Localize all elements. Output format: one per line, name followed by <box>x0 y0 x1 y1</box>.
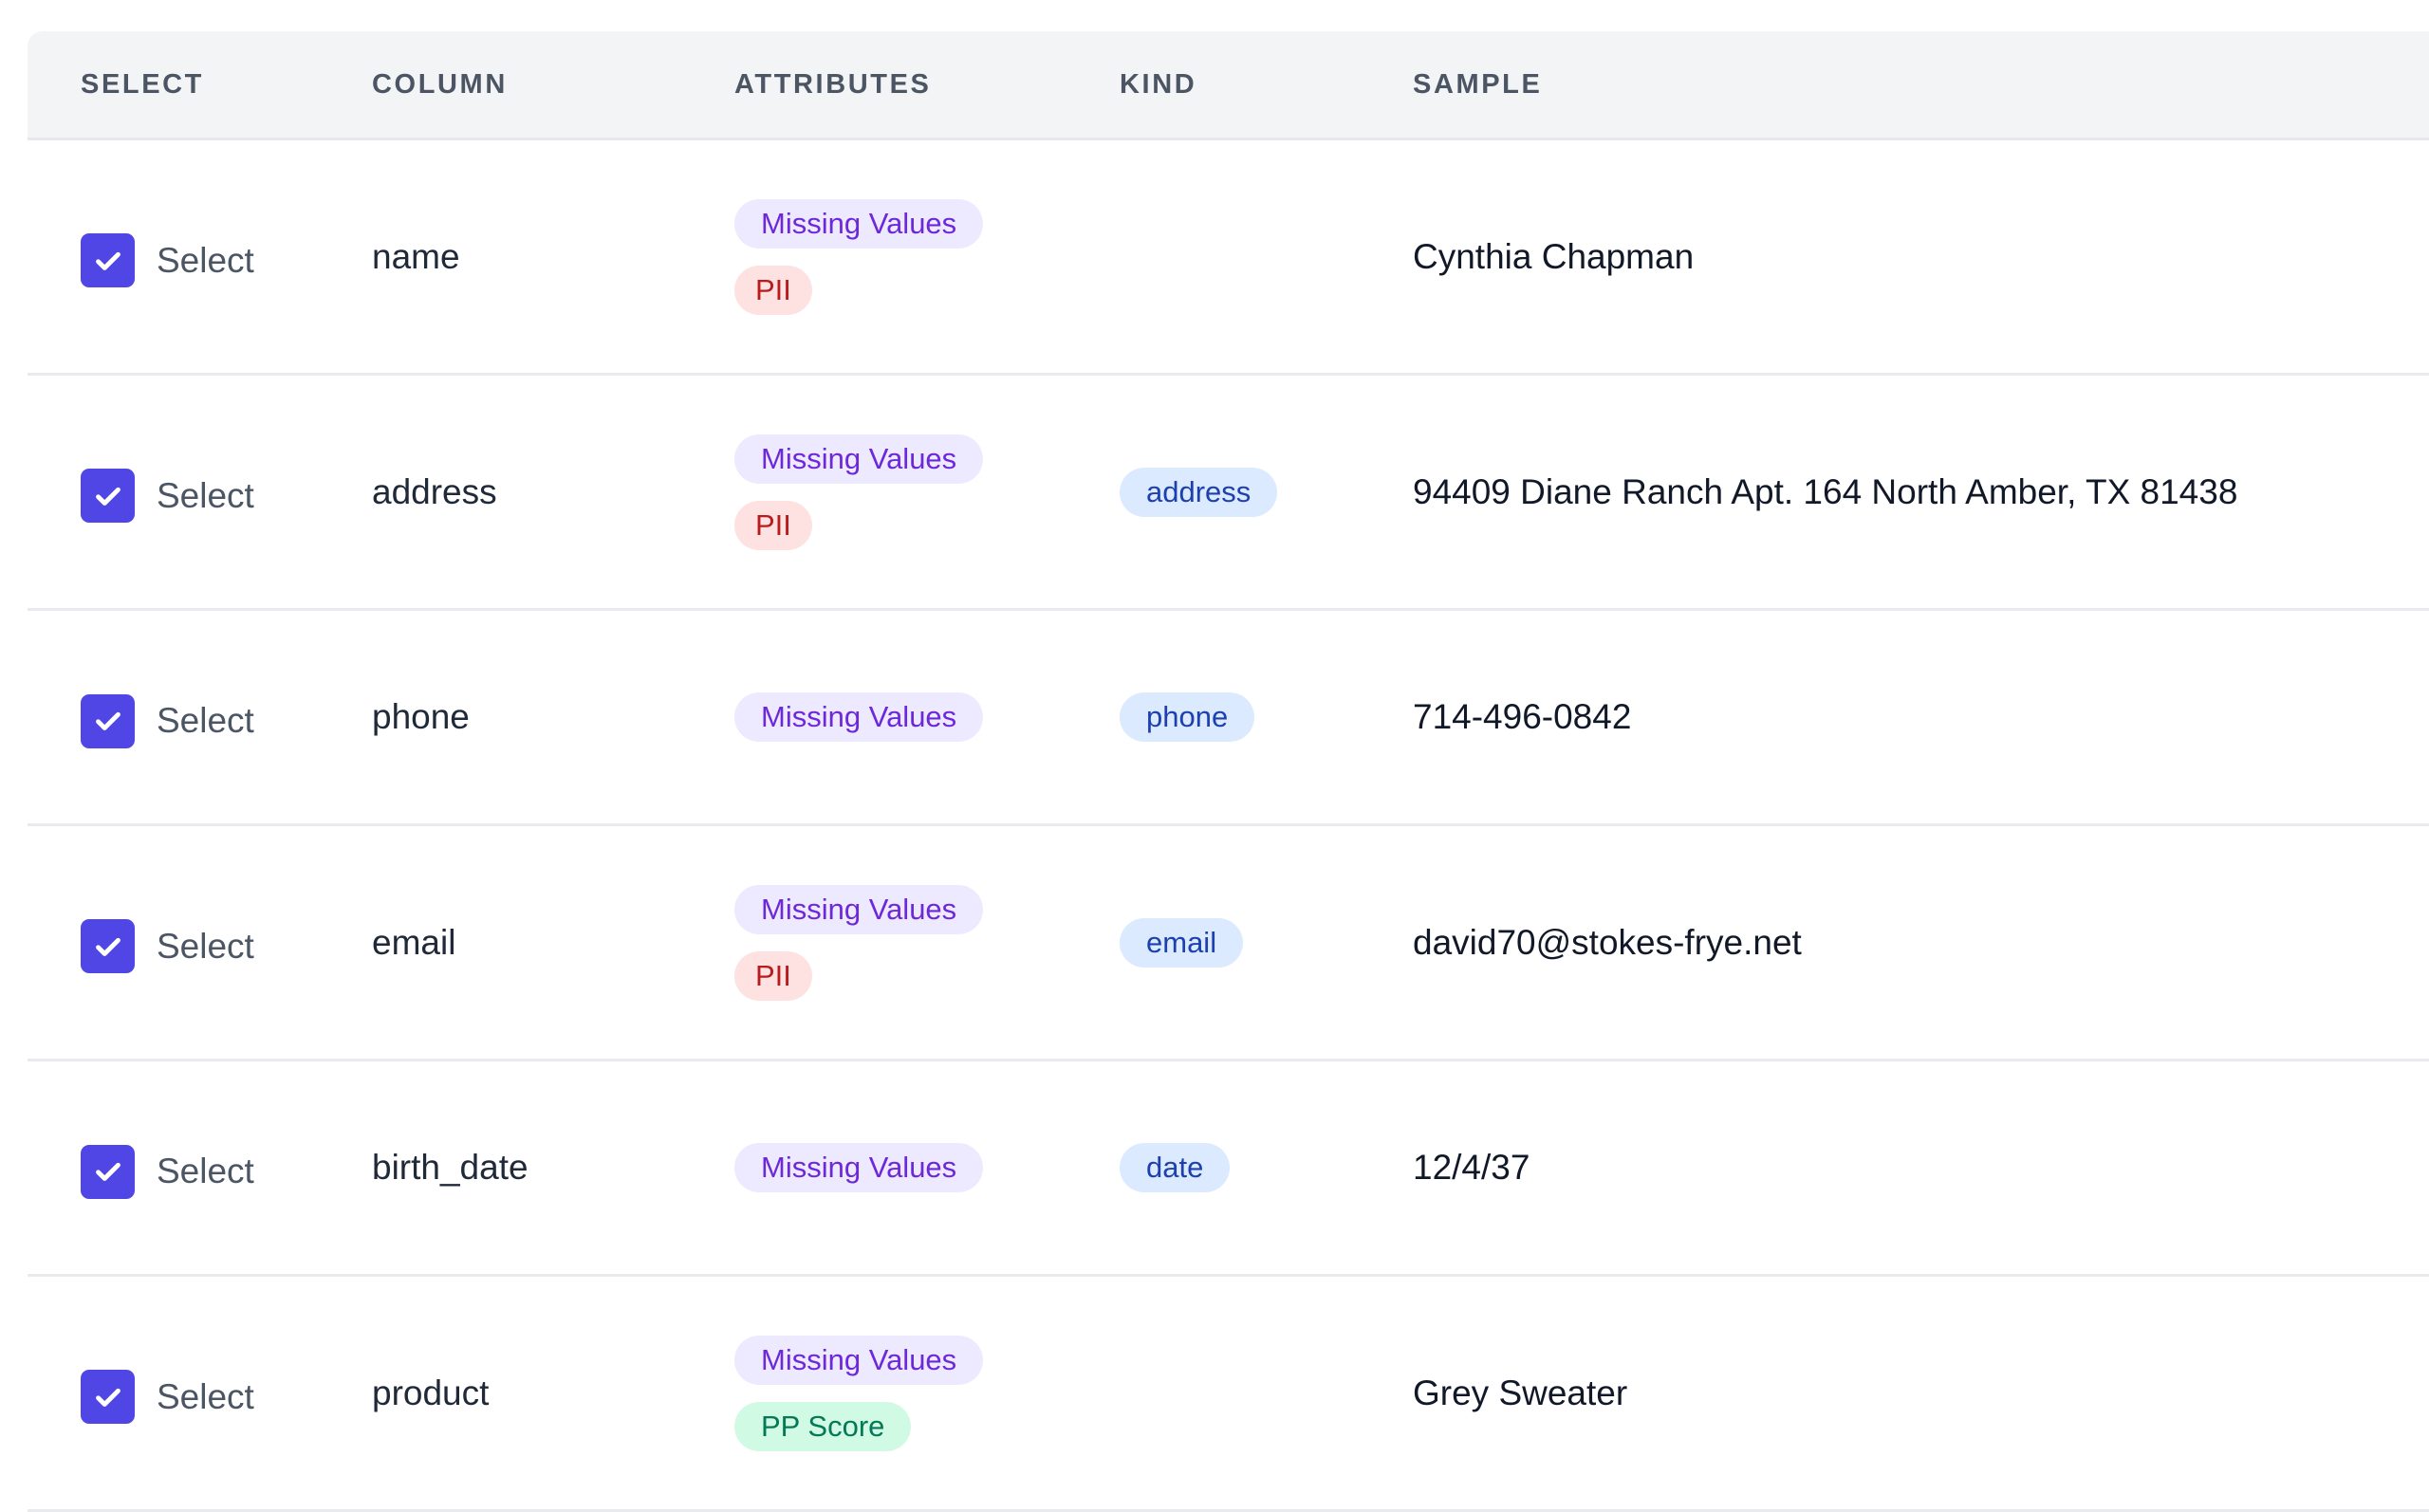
select-cell: Select <box>28 824 319 1061</box>
attributes-cell: Missing Values <box>681 609 1066 826</box>
attributes-cell: Missing Values PII <box>681 824 1066 1061</box>
select-label: Select <box>157 1376 254 1416</box>
select-cell: Select <box>28 138 319 376</box>
checkbox-checked[interactable] <box>81 919 135 973</box>
column-name: email <box>319 824 681 1061</box>
header-row: SELECT COLUMN ATTRIBUTES KIND SAMPLE <box>28 31 2429 140</box>
select-checkbox-row-phone[interactable]: Select <box>81 687 319 748</box>
header-attributes: ATTRIBUTES <box>681 31 1066 140</box>
table-row: Select phone Missing Values phone 714-49… <box>28 609 2429 826</box>
table-row: Select address Missing Values PII addres… <box>28 374 2429 611</box>
header-kind: KIND <box>1066 31 1360 140</box>
table-body: Select name Missing Values PII Cynthia C… <box>28 138 2429 1512</box>
columns-table: SELECT COLUMN ATTRIBUTES KIND SAMPLE Sel… <box>28 31 2429 1512</box>
column-name: birth_date <box>319 1060 681 1277</box>
select-checkbox-row-email[interactable]: Select <box>81 912 319 973</box>
pii-badge: PII <box>734 500 812 550</box>
table-header: SELECT COLUMN ATTRIBUTES KIND SAMPLE <box>28 31 2429 140</box>
kind-badge: date <box>1120 1143 1231 1192</box>
kind-cell <box>1066 138 1360 376</box>
sample-value: 12/4/37 <box>1360 1060 2429 1277</box>
attributes-cell: Missing Values <box>681 1060 1066 1277</box>
select-checkbox-row-name[interactable]: Select <box>81 226 319 287</box>
kind-badge: phone <box>1120 692 1255 742</box>
missing-values-badge: Missing Values <box>734 1143 984 1192</box>
missing-values-badge: Missing Values <box>734 884 984 934</box>
header-column: COLUMN <box>319 31 681 140</box>
pii-badge: PII <box>734 950 812 1001</box>
kind-cell: email <box>1066 824 1360 1061</box>
select-cell: Select <box>28 609 319 826</box>
sample-value: 94409 Diane Ranch Apt. 164 North Amber, … <box>1360 374 2429 611</box>
select-cell: Select <box>28 374 319 611</box>
table-row: Select name Missing Values PII Cynthia C… <box>28 138 2429 376</box>
checkmark-icon <box>95 1388 121 1407</box>
column-name: name <box>319 138 681 376</box>
header-select: SELECT <box>28 31 319 140</box>
column-name: address <box>319 374 681 611</box>
kind-cell <box>1066 1275 1360 1512</box>
checkbox-checked[interactable] <box>81 233 135 287</box>
pp-score-badge: PP Score <box>734 1401 912 1451</box>
select-label: Select <box>157 1152 254 1190</box>
missing-values-badge: Missing Values <box>734 692 984 742</box>
sample-value: david70@stokes-frye.net <box>1360 824 2429 1061</box>
attributes-cell: Missing Values PII <box>681 138 1066 376</box>
missing-values-badge: Missing Values <box>734 433 984 484</box>
kind-cell: phone <box>1066 609 1360 826</box>
checkmark-icon <box>95 937 121 956</box>
attributes-cell: Missing Values PII <box>681 374 1066 611</box>
pii-badge: PII <box>734 265 812 315</box>
kind-badge: address <box>1120 467 1278 517</box>
checkbox-checked[interactable] <box>81 469 135 523</box>
checkmark-icon <box>95 251 121 270</box>
table-row: Select product Missing Values PP Score G… <box>28 1275 2429 1512</box>
kind-cell: address <box>1066 374 1360 611</box>
columns-table-container: SELECT COLUMN ATTRIBUTES KIND SAMPLE Sel… <box>28 31 2429 1512</box>
checkmark-icon <box>95 1162 121 1181</box>
select-checkbox-row-address[interactable]: Select <box>81 461 319 523</box>
select-label: Select <box>157 926 254 966</box>
column-name: product <box>319 1275 681 1512</box>
checkbox-checked[interactable] <box>81 1144 135 1199</box>
select-checkbox-row-birth-date[interactable]: Select <box>81 1137 319 1199</box>
select-checkbox-row-product[interactable]: Select <box>81 1362 319 1424</box>
missing-values-badge: Missing Values <box>734 1335 984 1385</box>
select-label: Select <box>157 475 254 515</box>
select-cell: Select <box>28 1275 319 1512</box>
checkbox-checked[interactable] <box>81 693 135 748</box>
table-row: Select birth_date Missing Values date 12… <box>28 1060 2429 1277</box>
sample-value: Cynthia Chapman <box>1360 138 2429 376</box>
kind-cell: date <box>1066 1060 1360 1277</box>
table-row: Select email Missing Values PII email da… <box>28 824 2429 1061</box>
checkmark-icon <box>95 487 121 506</box>
sample-value: Grey Sweater <box>1360 1275 2429 1512</box>
select-label: Select <box>157 701 254 740</box>
header-sample: SAMPLE <box>1360 31 2429 140</box>
select-label: Select <box>157 240 254 280</box>
missing-values-badge: Missing Values <box>734 198 984 249</box>
checkbox-checked[interactable] <box>81 1370 135 1424</box>
checkmark-icon <box>95 711 121 730</box>
sample-value: 714-496-0842 <box>1360 609 2429 826</box>
column-name: phone <box>319 609 681 826</box>
select-cell: Select <box>28 1060 319 1277</box>
attributes-cell: Missing Values PP Score <box>681 1275 1066 1512</box>
kind-badge: email <box>1120 917 1244 968</box>
